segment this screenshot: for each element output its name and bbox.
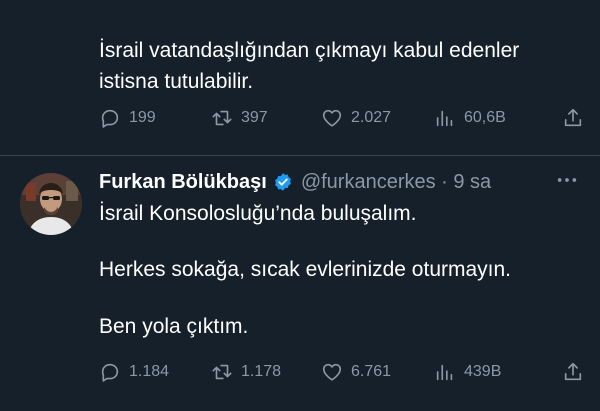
reply-button[interactable]: 1.184 bbox=[99, 357, 169, 387]
retweet-button[interactable]: 397 bbox=[211, 103, 268, 133]
tweet-previous[interactable]: İsrail vatandaşlığından çıkmayı kabul ed… bbox=[0, 0, 600, 155]
views-button[interactable]: 439B bbox=[434, 357, 501, 387]
reply-count: 199 bbox=[129, 109, 156, 126]
views-button[interactable]: 60,6B bbox=[434, 103, 506, 133]
tweet-text-line: İsrail vatandaşlığından çıkmayı kabul ed… bbox=[99, 39, 520, 62]
retweet-icon bbox=[212, 110, 232, 126]
tweet-text-line: Ben yola çıktım. bbox=[99, 315, 249, 338]
author-handle-time[interactable]: @furkancerkes · 9 sa bbox=[301, 171, 491, 194]
like-count: 2.027 bbox=[351, 109, 392, 126]
verified-badge-icon bbox=[274, 173, 291, 191]
views-icon bbox=[436, 110, 453, 127]
retweet-icon bbox=[212, 364, 232, 380]
tweet-text-line: Herkes sokağa, sıcak evlerinizde oturmay… bbox=[99, 258, 512, 281]
retweet-button[interactable]: 1.178 bbox=[211, 357, 281, 387]
share-icon bbox=[564, 362, 582, 381]
retweet-count: 1.178 bbox=[241, 363, 282, 380]
views-count: 60,6B bbox=[464, 109, 506, 126]
reply-icon bbox=[101, 363, 119, 382]
tweet-text: İsrail vatandaşlığından çıkmayı kabul ed… bbox=[99, 35, 580, 97]
author-name[interactable]: Furkan Bölükbaşı bbox=[99, 171, 267, 194]
heart-icon bbox=[322, 109, 342, 127]
views-count: 439B bbox=[464, 363, 502, 380]
share-button[interactable] bbox=[562, 103, 584, 133]
reply-button[interactable]: 199 bbox=[99, 103, 156, 133]
views-icon bbox=[436, 364, 453, 381]
tweet[interactable]: Furkan Bölükbaşı @furkancerkes · 9 sa İs… bbox=[0, 156, 600, 411]
share-icon bbox=[564, 108, 582, 127]
tweet-actions: 199 397 2.027 60,6B bbox=[99, 103, 584, 133]
tweet-text-line: İsrail Konsolosluğu’nda buluşalım. bbox=[99, 202, 417, 225]
avatar-image bbox=[20, 173, 82, 235]
share-button[interactable] bbox=[562, 357, 584, 387]
like-count: 6.761 bbox=[351, 363, 392, 380]
like-button[interactable]: 2.027 bbox=[321, 103, 391, 133]
reply-count: 1.184 bbox=[129, 363, 170, 380]
heart-icon bbox=[322, 363, 342, 381]
like-button[interactable]: 6.761 bbox=[321, 357, 391, 387]
reply-icon bbox=[101, 109, 119, 128]
tweet-header: Furkan Bölükbaşı @furkancerkes · 9 sa bbox=[99, 168, 491, 196]
tweet-text-line: istisna tutulabilir. bbox=[99, 70, 254, 93]
tweet-actions: 1.184 1.178 6.761 439B bbox=[99, 357, 584, 387]
avatar[interactable] bbox=[20, 173, 82, 235]
retweet-count: 397 bbox=[241, 109, 268, 126]
more-dots-icon[interactable] bbox=[556, 170, 578, 190]
